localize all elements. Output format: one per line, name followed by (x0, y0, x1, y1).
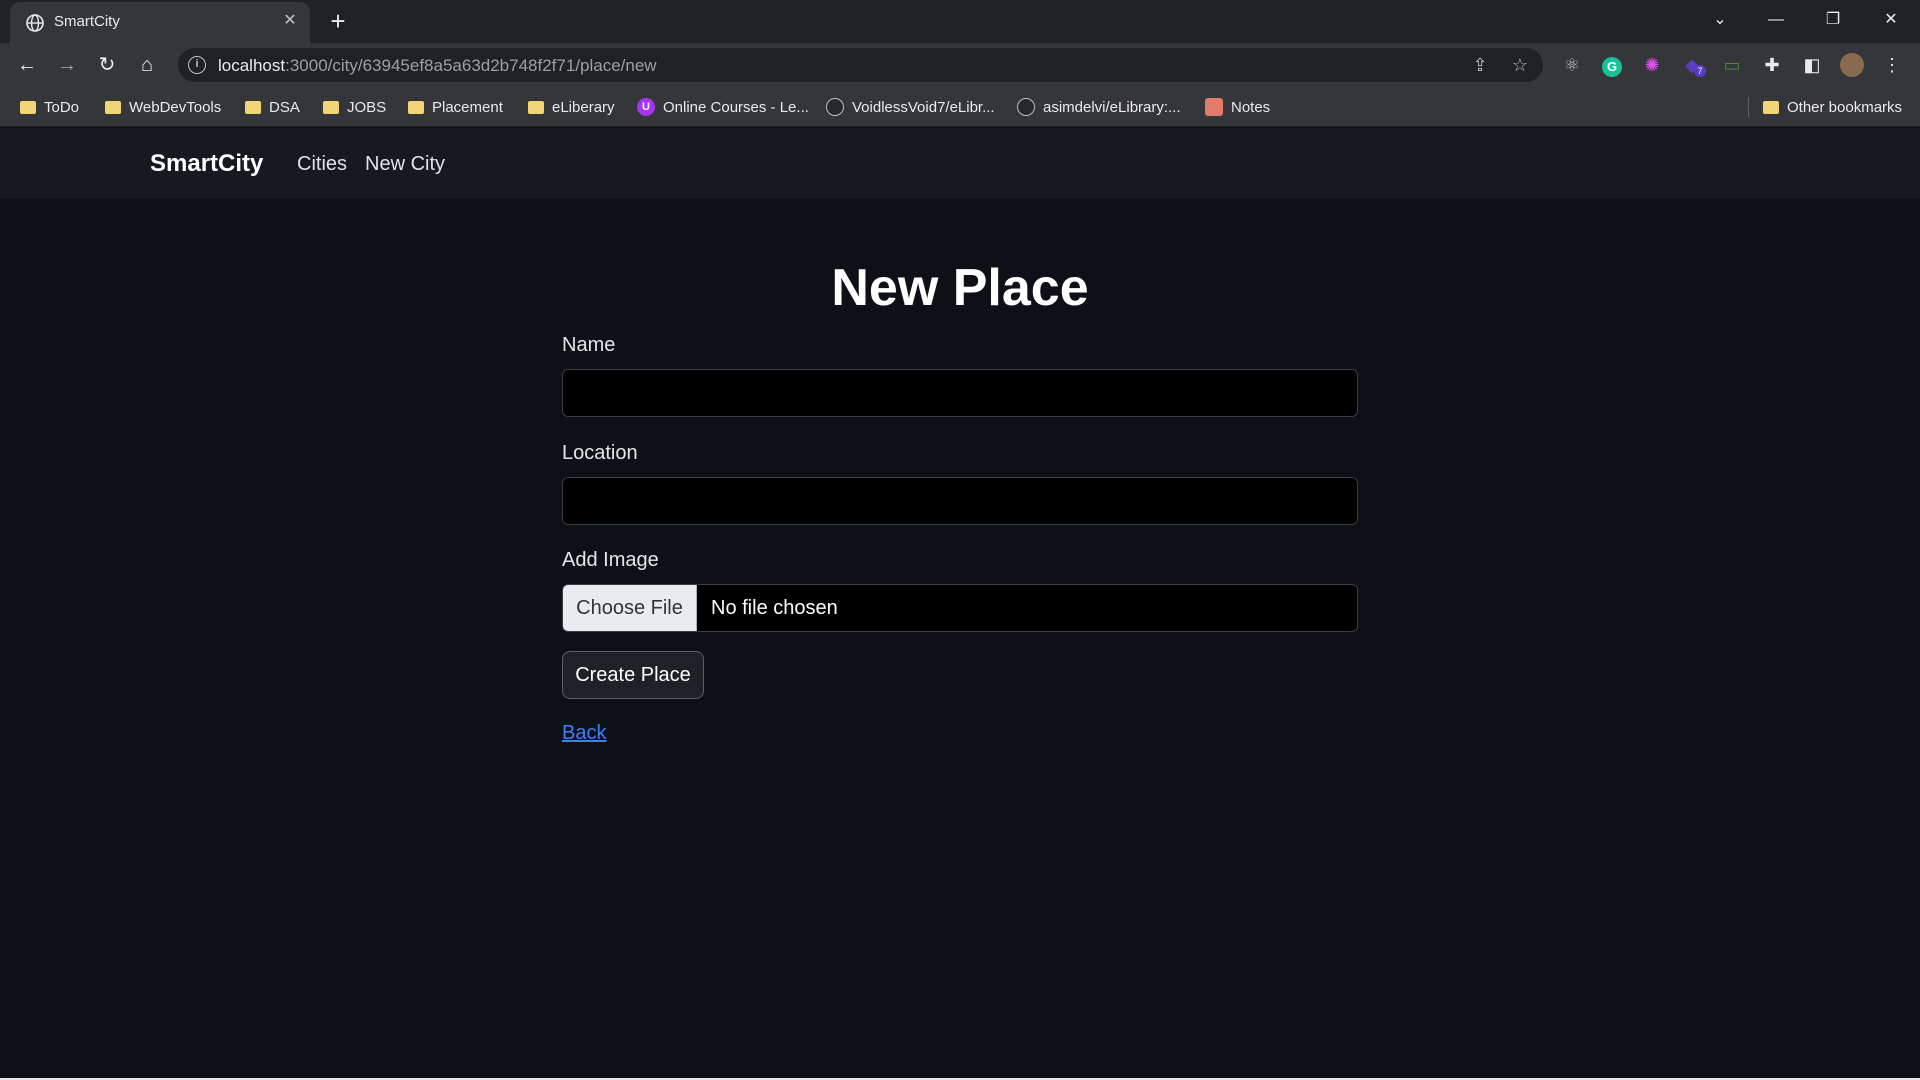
folder-icon (408, 100, 424, 114)
bookmark-label: Online Courses - Le... (663, 98, 809, 116)
create-place-button[interactable]: Create Place (562, 651, 704, 699)
url-path: :3000/city/63945ef8a5a63d2b748f2f71/plac… (285, 56, 657, 75)
restore-button[interactable]: ❐ (1813, 6, 1853, 34)
close-tab-icon[interactable]: ✕ (280, 11, 300, 31)
brand-logo[interactable]: SmartCity (150, 150, 263, 178)
udemy-icon: U (637, 98, 655, 116)
tab-title: SmartCity (54, 13, 120, 30)
file-status-text: No file chosen (711, 597, 838, 619)
bookmark-label: asimdelvi/eLibrary:... (1043, 98, 1181, 116)
nav-link-new-city[interactable]: New City (365, 153, 445, 176)
bookmark-label: ToDo (44, 98, 80, 116)
choose-file-button[interactable]: Choose File (563, 585, 697, 631)
nav-link-cities[interactable]: Cities (297, 153, 347, 176)
bookmark-label: Other bookmarks (1787, 98, 1903, 116)
page-title: New Place (831, 259, 1089, 317)
location-input[interactable] (562, 477, 1358, 525)
bookmark-label: eLiberary (552, 98, 615, 116)
extensions-puzzle-icon[interactable]: ✚ (1760, 53, 1784, 77)
minimize-button[interactable]: — (1756, 6, 1796, 34)
screen-extension-icon[interactable]: ▭ (1720, 53, 1744, 77)
browser-tab[interactable]: SmartCity ✕ (10, 2, 310, 43)
bookmark-item[interactable]: U Online Courses - Le... (637, 96, 809, 118)
bookmarks-bar: ToDo WebDevTools DSA JOBS Placement eLib… (0, 87, 1920, 127)
bookmark-item[interactable]: eLiberary (528, 96, 615, 118)
profile-avatar[interactable] (1840, 53, 1864, 77)
folder-icon (323, 100, 339, 114)
bookmark-item[interactable]: DSA (245, 96, 300, 118)
app-navbar: SmartCity Cities New City (0, 128, 1920, 198)
bookmark-star-icon[interactable]: ☆ (1508, 53, 1532, 77)
github-icon (1017, 98, 1035, 116)
bookmark-item[interactable]: Notes (1205, 96, 1270, 118)
bookmarks-divider (1748, 97, 1749, 117)
add-image-label: Add Image (562, 549, 659, 571)
share-icon[interactable]: ⇪ (1468, 53, 1492, 77)
bookmark-label: Notes (1231, 98, 1271, 116)
notes-icon (1205, 98, 1223, 116)
bookmark-label: DSA (269, 98, 300, 116)
name-input[interactable] (562, 369, 1358, 417)
tab-search-icon[interactable]: ⌄ (1700, 6, 1740, 34)
folder-icon (105, 100, 121, 114)
url-text[interactable]: localhost:3000/city/63945ef8a5a63d2b748f… (218, 56, 657, 76)
bookmark-item[interactable]: ToDo (20, 96, 79, 118)
name-label: Name (562, 334, 616, 356)
globe-icon (26, 14, 44, 32)
kebab-menu-icon[interactable]: ⋮ (1880, 53, 1904, 77)
bookmark-item[interactable]: VoidlessVoid7/eLibr... (826, 96, 995, 118)
browser-tabstrip: SmartCity ✕ + ⌄ — ❐ ✕ (0, 0, 1920, 43)
address-bar[interactable]: i localhost:3000/city/63945ef8a5a63d2b74… (178, 48, 1543, 82)
other-bookmarks[interactable]: Other bookmarks (1763, 96, 1902, 118)
bookmark-item[interactable]: JOBS (323, 96, 386, 118)
home-icon[interactable]: ⌂ (131, 49, 163, 81)
close-window-button[interactable]: ✕ (1871, 6, 1911, 34)
bookmark-item[interactable]: asimdelvi/eLibrary:... (1017, 96, 1181, 118)
folder-icon (528, 100, 544, 114)
side-panel-icon[interactable]: ◧ (1800, 53, 1824, 77)
site-info-icon[interactable]: i (188, 56, 206, 74)
reload-icon[interactable]: ↻ (91, 49, 123, 81)
github-icon (826, 98, 844, 116)
bookmark-label: WebDevTools (129, 98, 222, 116)
folder-icon (1763, 100, 1779, 114)
forward-arrow-icon[interactable]: → (51, 49, 83, 81)
bookmark-item[interactable]: WebDevTools (105, 96, 221, 118)
bookmark-label: VoidlessVoid7/eLibr... (852, 98, 995, 116)
bookmark-label: JOBS (347, 98, 387, 116)
folder-icon (245, 100, 261, 114)
color-picker-icon[interactable]: ✺ (1640, 53, 1664, 77)
folder-icon (20, 100, 36, 114)
image-file-input[interactable]: Choose File No file chosen (562, 584, 1358, 632)
url-host: localhost (218, 56, 286, 75)
location-label: Location (562, 442, 638, 464)
react-devtools-icon[interactable]: ⚛ (1560, 53, 1584, 77)
bookmark-label: Placement (432, 98, 503, 116)
grammarly-icon[interactable]: G (1600, 53, 1624, 77)
extension-badge-icon[interactable]: ◆ 7 (1680, 53, 1706, 77)
extension-badge-count: 7 (1694, 65, 1706, 77)
back-arrow-icon[interactable]: ← (11, 49, 43, 81)
bookmark-item[interactable]: Placement (408, 96, 503, 118)
new-tab-button[interactable]: + (324, 8, 352, 36)
browser-toolbar: ← → ↻ ⌂ i localhost:3000/city/63945ef8a5… (0, 43, 1920, 87)
back-link[interactable]: Back (562, 722, 606, 745)
